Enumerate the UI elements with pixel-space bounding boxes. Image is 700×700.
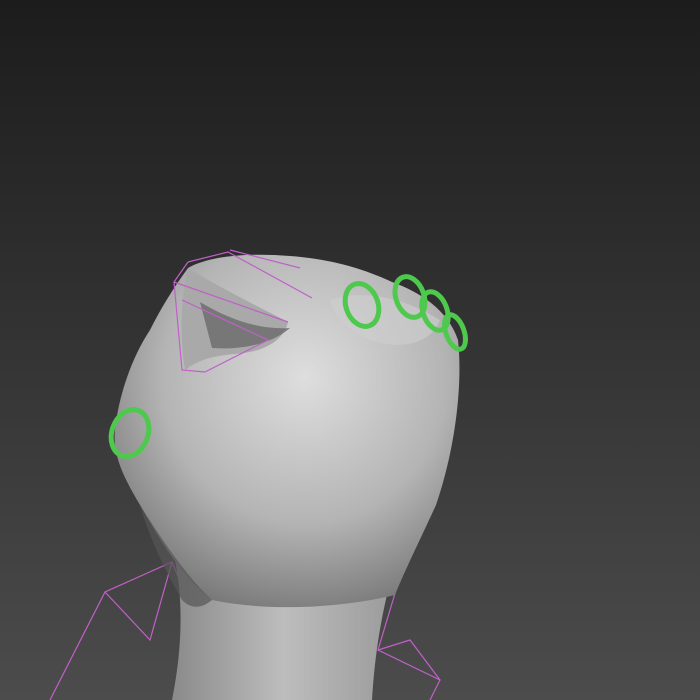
viewport-scene (0, 0, 700, 700)
3d-viewport[interactable] (0, 0, 700, 700)
